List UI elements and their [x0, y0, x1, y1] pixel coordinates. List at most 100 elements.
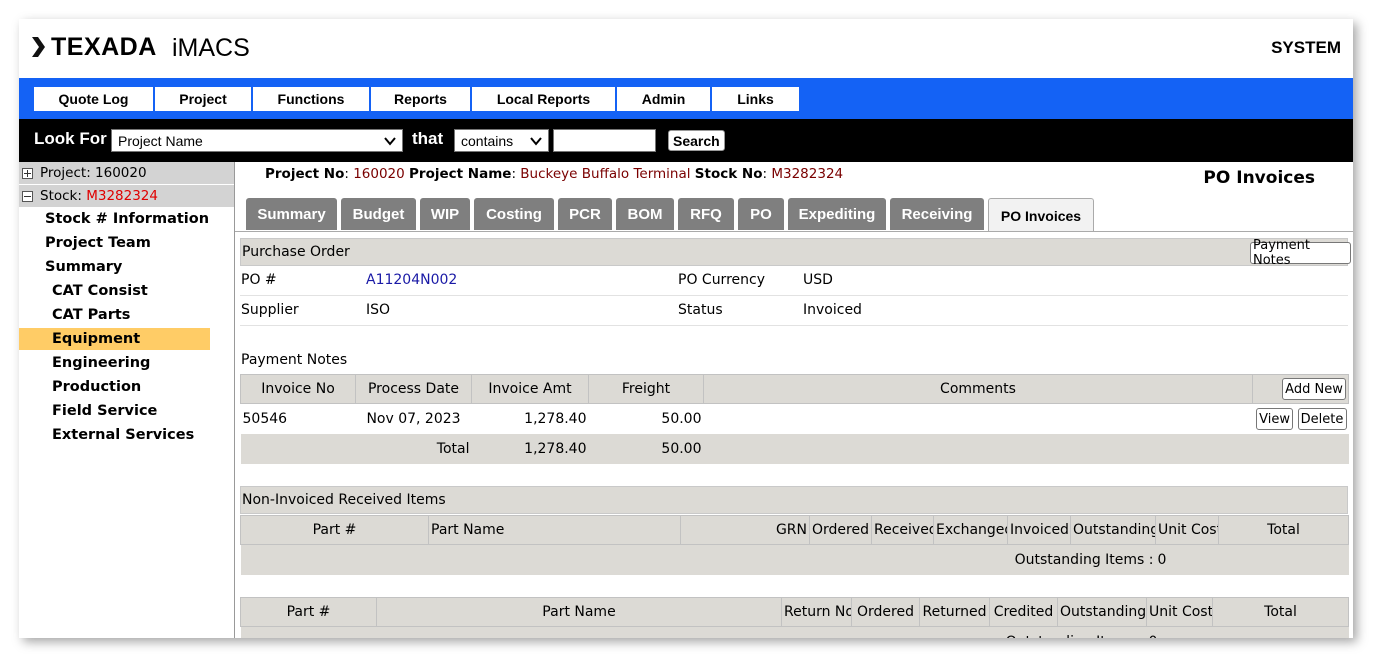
returns-header-row: Part # Part Name Return No Ordered Retur…	[240, 597, 1349, 627]
sidebar-item-engineering[interactable]: Engineering	[52, 352, 150, 374]
stock-node-value: M3282324	[86, 188, 158, 204]
non-invoiced-outstanding-row: Outstanding Items : 0	[240, 544, 1349, 575]
col-part-name: Part Name	[428, 515, 681, 545]
tab-costing[interactable]: Costing	[474, 198, 554, 230]
project-name-label: Project Name	[409, 166, 512, 182]
page-title: PO Invoices	[1203, 168, 1315, 188]
po-info-row-2: Supplier ISO Status Invoiced	[240, 296, 1348, 326]
nav-functions[interactable]: Functions	[253, 87, 370, 111]
total-amount: 1,278.40	[471, 434, 589, 464]
app-window: TEXADA iMACS SYSTEM Quote Log Project Fu…	[19, 19, 1353, 638]
col-freight: Freight	[588, 374, 704, 404]
col-total: Total	[1218, 515, 1349, 545]
main-nav: Quote Log Project Functions Reports Loca…	[19, 78, 1353, 119]
payment-notes-button[interactable]: Payment Notes	[1250, 238, 1351, 268]
comments-cell	[704, 404, 1253, 435]
collapse-icon[interactable]	[22, 190, 33, 202]
non-invoiced-title: Non-Invoiced Received Items	[242, 492, 446, 508]
tab-bom[interactable]: BOM	[616, 198, 674, 230]
tab-expediting[interactable]: Expediting	[788, 198, 886, 230]
sidebar-item-production[interactable]: Production	[52, 376, 141, 398]
invoice-table: Invoice No Process Date Invoice Amt Frei…	[240, 374, 1349, 464]
nav-local-reports[interactable]: Local Reports	[472, 87, 616, 111]
payment-notes-label: Payment Notes	[241, 352, 348, 368]
col-comments: Comments	[703, 374, 1253, 404]
invoice-amt-cell: 1,278.40	[524, 411, 587, 427]
tab-divider	[235, 231, 1353, 232]
sidebar-item-external-services[interactable]: External Services	[52, 424, 194, 446]
non-invoiced-header: Non-Invoiced Received Items	[240, 486, 1348, 514]
app-name: iMACS	[172, 34, 250, 62]
stock-no-value: M3282324	[771, 166, 844, 182]
col-part-no: Part #	[240, 597, 377, 627]
tab-receiving[interactable]: Receiving	[890, 198, 984, 230]
project-no-value: 160020	[353, 166, 405, 182]
nav-reports[interactable]: Reports	[371, 87, 471, 111]
tab-po[interactable]: PO	[738, 198, 784, 230]
sidebar-item-project-team[interactable]: Project Team	[45, 232, 151, 254]
sidebar-item-stock-information[interactable]: Stock # Information	[45, 208, 209, 230]
sidebar-item-equipment[interactable]: Equipment	[19, 328, 210, 350]
main-content: Project No: 160020 Project Name: Buckeye…	[235, 162, 1353, 638]
col-credited: Credited	[989, 597, 1058, 627]
project-name-value: Buckeye Buffalo Terminal	[520, 166, 691, 182]
returns-table: Part # Part Name Return No Ordered Retur…	[240, 597, 1349, 638]
col-part-name: Part Name	[376, 597, 782, 627]
col-unit-cost: Unit Cost	[1146, 597, 1213, 627]
freight-cell: 50.00	[661, 411, 702, 427]
chevron-down-icon	[530, 137, 542, 146]
col-invoiced: Invoiced	[1007, 515, 1071, 545]
tab-pcr[interactable]: PCR	[558, 198, 612, 230]
invoice-total-row: Total 1,278.40 50.00	[240, 434, 1349, 464]
look-for-field-select[interactable]: Project Name	[111, 129, 403, 152]
that-label: that	[412, 129, 444, 148]
expand-icon[interactable]	[22, 167, 33, 179]
po-number-link[interactable]: A11204N002	[366, 272, 457, 288]
po-info-row-1: PO # A11204N002 PO Currency USD	[240, 266, 1348, 296]
outstanding-items-label: Outstanding Items :	[240, 544, 1156, 575]
texada-logo: TEXADA	[51, 33, 157, 61]
invoice-no-cell: 50546	[242, 411, 288, 427]
sidebar-item-cat-consist[interactable]: CAT Consist	[52, 280, 148, 302]
sidebar: Project: 160020 Stock: M3282324 Stock # …	[19, 162, 235, 638]
col-returned: Returned	[919, 597, 990, 627]
sidebar-item-field-service[interactable]: Field Service	[52, 400, 157, 422]
col-ordered: Ordered	[851, 597, 920, 627]
col-invoice-amt: Invoice Amt	[471, 374, 589, 404]
status-label: Status	[678, 302, 723, 318]
col-total: Total	[1212, 597, 1349, 627]
nav-admin[interactable]: Admin	[617, 87, 711, 111]
po-currency-value: USD	[803, 272, 833, 288]
texada-chevron-icon	[32, 37, 45, 57]
tab-rfq[interactable]: RFQ	[678, 198, 734, 230]
nav-links[interactable]: Links	[712, 87, 800, 111]
operator-select[interactable]: contains	[454, 129, 549, 152]
po-currency-label: PO Currency	[678, 272, 765, 288]
tree-stock-node[interactable]: Stock: M3282324	[19, 185, 234, 208]
sidebar-item-cat-parts[interactable]: CAT Parts	[52, 304, 130, 326]
tab-budget[interactable]: Budget	[341, 198, 416, 230]
supplier-value: ISO	[366, 302, 391, 318]
returns-outstanding-row: Outstanding Items : 0	[240, 626, 1349, 638]
non-invoiced-table: Part # Part Name GRN Ordered Received Ex…	[240, 515, 1349, 575]
operator-value: contains	[461, 132, 514, 149]
add-new-button[interactable]: Add New	[1282, 378, 1346, 400]
search-input[interactable]	[553, 129, 656, 152]
table-row: 50546 Nov 07, 2023 1,278.40 50.00 View D…	[241, 404, 1349, 435]
tree-project-node[interactable]: Project: 160020	[19, 162, 234, 185]
tab-wip[interactable]: WIP	[420, 198, 470, 230]
nav-quote-log[interactable]: Quote Log	[34, 87, 154, 111]
sidebar-item-summary[interactable]: Summary	[45, 256, 122, 278]
tab-summary[interactable]: Summary	[246, 198, 337, 230]
col-invoice-no: Invoice No	[240, 374, 356, 404]
delete-button[interactable]: Delete	[1297, 408, 1347, 430]
view-button[interactable]: View	[1256, 408, 1294, 430]
look-for-field-value: Project Name	[118, 132, 203, 149]
col-received: Received	[871, 515, 934, 545]
col-unit-cost: Unit Cost	[1155, 515, 1219, 545]
search-button[interactable]: Search	[668, 130, 725, 151]
app-header: TEXADA iMACS SYSTEM	[19, 19, 1353, 78]
tab-po-invoices[interactable]: PO Invoices	[988, 198, 1094, 232]
nav-project[interactable]: Project	[155, 87, 252, 111]
col-process-date: Process Date	[355, 374, 472, 404]
